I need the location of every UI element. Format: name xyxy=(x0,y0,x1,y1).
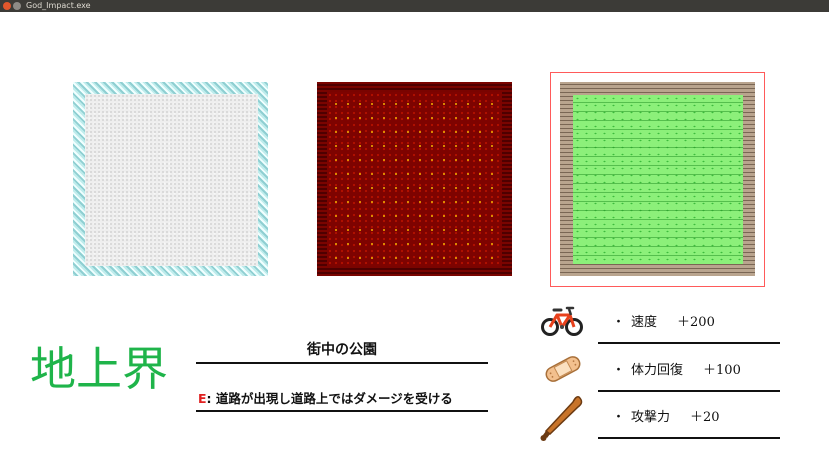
window-title: God_Impact.exe xyxy=(26,1,91,10)
effect-description: : 道路が出現し道路上ではダメージを受ける xyxy=(206,391,453,406)
speed-value: ＋200 xyxy=(677,315,715,330)
area-title: 地上界 xyxy=(30,342,168,396)
effect-key-label: E xyxy=(198,391,207,406)
speed-bonus: ・速度 ＋200 xyxy=(612,315,715,330)
location-divider-bottom xyxy=(196,410,488,412)
location-effect: E: 道路が出現し道路上ではダメージを受ける xyxy=(198,390,453,408)
tile-option-park[interactable] xyxy=(560,82,755,276)
location-name: 街中の公園 xyxy=(307,342,377,358)
close-window-button[interactable] xyxy=(3,2,11,10)
recovery-divider xyxy=(598,390,780,392)
park-tile-inner xyxy=(573,95,743,264)
speed-divider xyxy=(598,342,780,344)
attack-label: 攻撃力 xyxy=(631,410,671,425)
recovery-value: ＋100 xyxy=(703,363,741,378)
recovery-label: 体力回復 xyxy=(631,363,684,378)
location-divider-top xyxy=(196,362,488,364)
recovery-bonus: ・体力回復 ＋100 xyxy=(612,363,741,378)
tile-option-lava[interactable] xyxy=(317,82,512,276)
bat-icon xyxy=(540,396,583,441)
attack-bonus: ・攻撃力 ＋20 xyxy=(612,410,720,425)
minimize-window-button[interactable] xyxy=(13,2,21,10)
attack-divider xyxy=(598,437,780,439)
tile-option-snow[interactable] xyxy=(73,82,268,276)
snow-tile-inner xyxy=(85,94,258,266)
speed-label: 速度 xyxy=(631,315,658,330)
lava-tile-inner xyxy=(327,92,502,266)
bicycle-icon xyxy=(541,306,583,336)
bandage-icon xyxy=(545,356,581,382)
window-titlebar: God_Impact.exe xyxy=(0,0,829,12)
attack-value: ＋20 xyxy=(690,410,720,425)
